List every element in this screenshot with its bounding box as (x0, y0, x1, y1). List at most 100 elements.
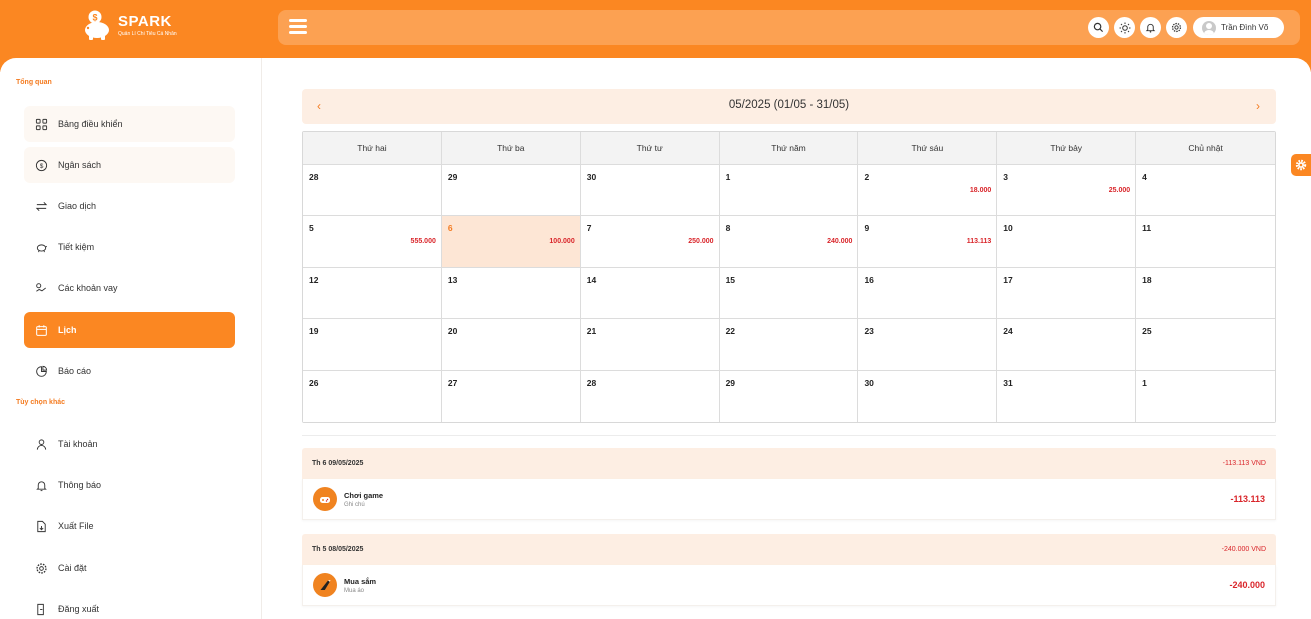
bell-icon[interactable] (1140, 17, 1161, 38)
day-number: 29 (725, 377, 736, 388)
day-amount: 25.000 (1108, 187, 1131, 194)
gear-icon[interactable] (1166, 17, 1187, 38)
day-number: 24 (1003, 326, 1013, 337)
calendar-day[interactable]: 30 (858, 370, 998, 422)
transaction-item[interactable]: Chơi game Ghi chú -113.113 (302, 479, 1276, 520)
sidebar-item-budget[interactable]: $ Ngân sách (24, 147, 235, 183)
sidebar-item-transactions[interactable]: Giao dịch (24, 188, 235, 224)
calendar-day[interactable]: 28 (303, 165, 442, 217)
sun-icon[interactable] (1114, 17, 1135, 38)
day-number: 28 (309, 172, 319, 182)
calendar-day[interactable]: 7 250.000 (580, 216, 720, 268)
calendar-day[interactable]: 18 (1136, 267, 1276, 320)
weekday-label: Thứ năm (719, 132, 859, 165)
sidebar-item-label: Bảng điều khiển (58, 119, 123, 129)
sidebar-item-loans[interactable]: Các khoản vay (24, 270, 235, 306)
user-menu[interactable]: Trần Đình Võ (1193, 17, 1284, 38)
sidebar-item-savings[interactable]: Tiết kiệm (24, 229, 235, 265)
brand-logo[interactable]: $ SPARK Quản Lí Chi Tiêu Cá Nhân (80, 8, 177, 42)
grid-icon (35, 118, 48, 131)
calendar-day[interactable]: 4 (1136, 165, 1276, 217)
top-bar: Trần Đình Võ (278, 10, 1300, 45)
day-number: 30 (864, 377, 874, 388)
calendar-day[interactable]: 28 (580, 370, 720, 422)
calendar-day[interactable]: 9 113.113 (858, 216, 998, 268)
day-amount: 100.000 (549, 238, 575, 246)
calendar-day[interactable]: 1 (1136, 370, 1276, 422)
calendar-day[interactable]: 24 (997, 319, 1137, 371)
calendar-day[interactable]: 2 18.000 (858, 165, 998, 217)
sidebar-item-export[interactable]: Xuất File (24, 508, 235, 544)
weekday-label: Thứ hai (303, 132, 442, 165)
sidebar-item-calendar[interactable]: Lịch (24, 312, 235, 348)
transaction-item[interactable]: Mua sắm Mua áo -240.000 (302, 565, 1276, 606)
transaction-name: Mua sắm (344, 576, 377, 586)
sidebar-item-label: Tiết kiệm (58, 242, 95, 252)
calendar-day[interactable]: 15 (719, 267, 859, 320)
svg-text:$: $ (40, 162, 44, 169)
calendar-day[interactable]: 22 (719, 319, 859, 371)
calendar-day[interactable]: 31 (997, 370, 1137, 422)
day-number: 1 (1142, 377, 1147, 388)
sidebar-item-logout[interactable]: Đăng xuất (24, 591, 235, 619)
day-number: 9 (864, 223, 870, 234)
transaction-day-total: -113.113 VND (1222, 460, 1266, 467)
day-number: 23 (864, 326, 874, 337)
sidebar-item-notifications[interactable]: Thông báo (24, 467, 235, 503)
calendar-day[interactable]: 8 240.000 (719, 216, 859, 268)
day-number: 26 (309, 377, 319, 388)
hamburger-icon[interactable] (289, 19, 307, 35)
day-number: 17 (1003, 274, 1013, 285)
sidebar-item-dashboard[interactable]: Bảng điều khiển (24, 106, 235, 142)
calendar-day[interactable]: 16 (858, 267, 998, 320)
calendar-day[interactable]: 14 (580, 267, 720, 320)
user-icon (35, 438, 48, 451)
sidebar-item-label: Các khoản vay (58, 283, 118, 293)
logout-icon (35, 603, 48, 616)
day-number: 18 (1142, 274, 1152, 285)
calendar-day[interactable]: 25 (1136, 319, 1276, 371)
search-icon[interactable] (1088, 17, 1109, 38)
calendar-day[interactable]: 3 25.000 (997, 165, 1137, 217)
transaction-day-total: -240.000 VND (1221, 546, 1266, 553)
calendar-day[interactable]: 17 (997, 267, 1137, 320)
sidebar-item-label: Báo cáo (58, 366, 92, 376)
sidebar-item-reports[interactable]: Báo cáo (24, 353, 235, 389)
next-month-button[interactable]: › (1256, 99, 1260, 113)
day-number: 20 (447, 326, 458, 337)
day-number: 11 (1142, 223, 1152, 234)
calendar-day[interactable]: 23 (858, 319, 998, 371)
settings-drawer-tab[interactable] (1291, 154, 1311, 176)
game-icon (313, 487, 337, 511)
weekday-label: Thứ sáu (858, 132, 998, 165)
weekday-label: Thứ tư (580, 132, 720, 165)
calendar-week-row: 26 27 28 29 30 31 1 (303, 370, 1276, 422)
calendar-day[interactable]: 10 (997, 216, 1137, 268)
calendar-day[interactable]: 11 (1136, 216, 1276, 268)
calendar-day[interactable]: 12 (303, 267, 442, 320)
calendar-day-today[interactable]: 6 100.000 (441, 216, 581, 268)
calendar-day[interactable]: 30 (580, 165, 720, 217)
calendar-day[interactable]: 13 (441, 267, 581, 320)
calendar-day[interactable]: 19 (303, 319, 442, 371)
divider (302, 435, 1276, 436)
calendar-day[interactable]: 29 (719, 370, 859, 422)
day-number: 4 (1142, 172, 1147, 182)
transaction-date-header: Th 5 08/05/2025 -240.000 VND (302, 534, 1276, 565)
transaction-group: Th 5 08/05/2025 -240.000 VND Mua sắm Mua… (302, 534, 1276, 606)
calendar-day[interactable]: 1 (719, 165, 859, 217)
sidebar-item-settings[interactable]: Cài đặt (24, 550, 235, 586)
calendar-week-row: 5 555.000 6 100.000 7 250.000 8 240.000 9 113.113… (303, 216, 1276, 268)
sidebar-item-account[interactable]: Tài khoản (24, 426, 235, 462)
calendar-week-row: 12 13 14 15 16 17 18 (303, 267, 1276, 320)
piggy-bank-icon (35, 241, 48, 254)
calendar-day[interactable]: 21 (580, 319, 720, 371)
calendar-day[interactable]: 26 (303, 370, 442, 422)
calendar-day[interactable]: 5 555.000 (303, 216, 442, 268)
calendar-day[interactable]: 20 (441, 319, 581, 371)
calendar-body: 28 29 30 1 2 18.000 3 25.000 4 5 555.000 6 100.000 7 2… (303, 165, 1276, 422)
sidebar-item-label: Thông báo (58, 480, 102, 490)
calendar-day[interactable]: 27 (441, 370, 581, 422)
sidebar-item-label: Lịch (58, 325, 77, 335)
calendar-day[interactable]: 29 (441, 165, 581, 217)
